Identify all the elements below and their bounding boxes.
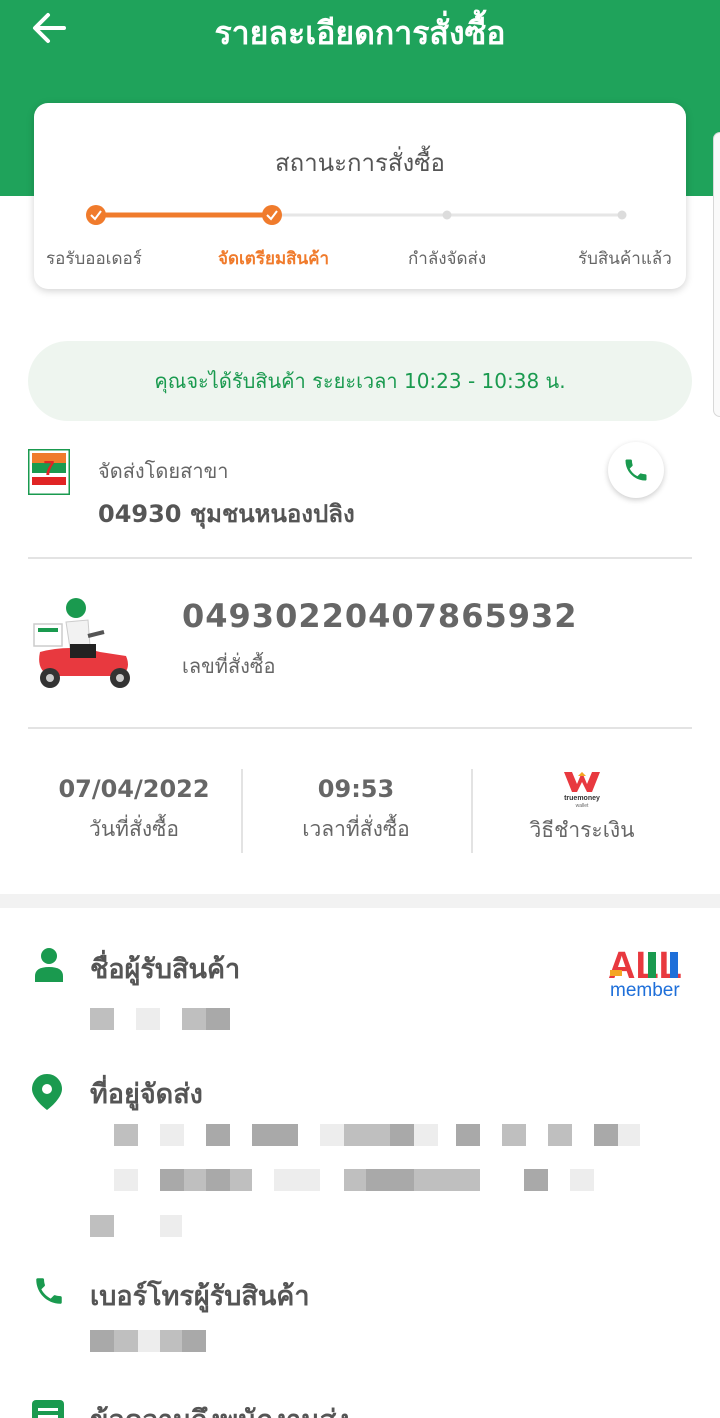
redacted-text (252, 1124, 298, 1146)
eta-banner: คุณจะได้รับสินค้า ระยะเวลา 10:23 - 10:38… (28, 341, 692, 421)
svg-text:truemoney: truemoney (564, 795, 600, 802)
redacted-text (206, 1008, 230, 1030)
step-label-3: กำลังจัดส่ง (408, 249, 487, 269)
redacted-text (184, 1169, 206, 1191)
redacted-text (160, 1330, 182, 1352)
recipient-phone-title: เบอร์โทรผู้รับสินค้า (90, 1281, 310, 1312)
redacted-text (90, 1215, 114, 1237)
column-divider (471, 769, 473, 853)
note-icon (32, 1400, 64, 1418)
step-label-1: รอรับออเดอร์ (46, 249, 142, 269)
redacted-text (344, 1169, 366, 1191)
redacted-text (456, 1124, 480, 1146)
redacted-text (524, 1169, 548, 1191)
redacted-text (344, 1124, 390, 1146)
order-date-label: วันที่สั่งซื้อ (89, 817, 179, 841)
step-dot-4 (617, 210, 627, 220)
divider (28, 727, 692, 729)
redacted-text (618, 1124, 640, 1146)
redacted-text (502, 1124, 526, 1146)
redacted-text (136, 1008, 160, 1030)
redacted-text (414, 1169, 480, 1191)
branch-name: 04930 ชุมชนหนองปลิง (98, 500, 355, 528)
payment-col: truemoney wallet วิธีชำระเงิน (492, 770, 672, 847)
order-time-col: 09:53 เวลาที่สั่งซื้อ (266, 775, 446, 846)
redacted-text (160, 1215, 182, 1237)
redacted-text (90, 1008, 114, 1030)
divider (28, 557, 692, 559)
redacted-text (182, 1330, 206, 1352)
truemoney-wallet-logo: truemoney wallet (564, 772, 600, 808)
redacted-text (90, 1330, 114, 1352)
redacted-text (160, 1124, 184, 1146)
delivery-scooter-icon (33, 598, 130, 688)
order-time: 09:53 (317, 775, 395, 803)
phone-icon (625, 459, 647, 481)
step-dot-2 (262, 205, 282, 225)
order-number-label: เลขที่สั่งซื้อ (182, 654, 276, 678)
step-label-4: รับสินค้าแล้ว (578, 249, 672, 269)
phone-icon (36, 1278, 62, 1304)
payment-method-label: วิธีชำระเงิน (529, 818, 635, 842)
redacted-text (114, 1124, 138, 1146)
redacted-text (114, 1169, 138, 1191)
redacted-text (548, 1124, 572, 1146)
person-icon (35, 948, 63, 982)
redacted-text (594, 1124, 618, 1146)
column-divider (241, 769, 243, 853)
redacted-text (206, 1124, 230, 1146)
all-member-logo: ALL member (608, 945, 682, 1000)
redacted-text (320, 1124, 344, 1146)
svg-text:wallet: wallet (576, 803, 589, 808)
step-label-2: จัดเตรียมสินค้า (218, 249, 330, 269)
svg-text:member: member (610, 980, 680, 1000)
delivery-note-title: ข้อความถึงพนักงานส่ง (90, 1398, 349, 1418)
order-date: 07/04/2022 (58, 775, 210, 803)
redacted-text (570, 1169, 594, 1191)
call-branch-button[interactable] (608, 442, 664, 498)
svg-text:7: 7 (43, 458, 54, 480)
recipient-name-title: ชื่อผู้รับสินค้า (90, 954, 241, 985)
7-eleven-logo: 7 (28, 449, 70, 495)
redacted-text (138, 1330, 160, 1352)
redacted-text (160, 1169, 184, 1191)
redacted-text (390, 1124, 414, 1146)
order-number: 04930220407865932 (182, 597, 578, 635)
redacted-text (274, 1169, 320, 1191)
redacted-text (206, 1169, 230, 1191)
redacted-text (230, 1169, 252, 1191)
address-title: ที่อยู่จัดส่ง (90, 1079, 203, 1110)
step-dot-3 (442, 210, 452, 220)
location-pin-icon (32, 1074, 62, 1110)
redacted-text (414, 1124, 438, 1146)
order-time-label: เวลาที่สั่งซื้อ (302, 817, 410, 841)
redacted-text (366, 1169, 414, 1191)
order-date-col: 07/04/2022 วันที่สั่งซื้อ (44, 775, 224, 846)
redacted-text (182, 1008, 206, 1030)
section-separator (0, 894, 720, 908)
step-dot-1 (86, 205, 106, 225)
redacted-text (114, 1330, 138, 1352)
branch-label: จัดส่งโดยสาขา (98, 459, 229, 483)
